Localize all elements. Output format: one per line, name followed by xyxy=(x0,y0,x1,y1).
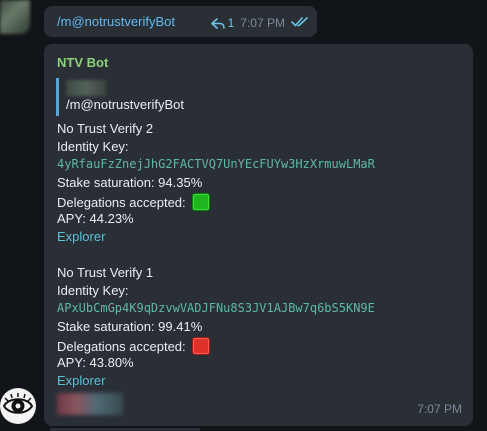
outgoing-message-text[interactable]: /m@notrustverifyBot xyxy=(57,14,175,29)
explorer-link[interactable]: Explorer xyxy=(57,373,105,388)
square-green-icon xyxy=(192,193,211,211)
delegations-accepted: Delegations accepted: xyxy=(57,337,211,355)
reply-count[interactable]: 1 xyxy=(210,16,235,30)
stake-saturation: Stake saturation: 99.41% xyxy=(57,319,203,334)
bot-message[interactable]: NTV Bot /m@notrustverifyBot No Trust Ver… xyxy=(44,44,473,426)
stake-saturation: Stake saturation: 94.35% xyxy=(57,175,203,190)
square-red-icon xyxy=(192,337,211,355)
quoted-text[interactable]: /m@notrustverifyBot xyxy=(66,97,184,112)
identity-label: Identity Key: xyxy=(57,139,129,154)
outgoing-message-meta: 1 7:07 PM xyxy=(210,16,309,30)
pool-name: No Trust Verify 1 xyxy=(57,265,154,280)
delegations-label: Delegations accepted: xyxy=(57,195,186,210)
apy: APY: 44.23% xyxy=(57,211,134,226)
pool-name: No Trust Verify 2 xyxy=(57,121,154,136)
apy: APY: 43.80% xyxy=(57,355,134,370)
eye-avatar-icon[interactable] xyxy=(0,388,36,424)
blurred-reaction xyxy=(57,393,123,415)
reply-arrow-icon xyxy=(210,17,225,29)
user-avatar[interactable] xyxy=(0,0,30,34)
double-check-icon xyxy=(291,16,309,30)
identity-key[interactable]: 4yRfauFzZnejJhG2FACTVQ7UnYEcFUYw3HzXrmuw… xyxy=(57,157,375,171)
delegations-label: Delegations accepted: xyxy=(57,339,186,354)
sender-name[interactable]: NTV Bot xyxy=(57,55,108,70)
bot-message-time: 7:07 PM xyxy=(417,402,462,416)
identity-key[interactable]: APxUbCmGp4K9qDzvwVADJFNu8S3JV1AJBw7q6bS5… xyxy=(57,301,375,315)
quote-bar xyxy=(56,78,59,116)
outgoing-message[interactable]: /m@notrustverifyBot 1 7:07 PM xyxy=(44,6,317,37)
delegations-accepted: Delegations accepted: xyxy=(57,193,211,211)
reply-count-value: 1 xyxy=(227,16,235,30)
outgoing-time: 7:07 PM xyxy=(240,16,285,30)
quote-blurred-name xyxy=(66,80,106,96)
explorer-link[interactable]: Explorer xyxy=(57,229,105,244)
identity-label: Identity Key: xyxy=(57,283,129,298)
